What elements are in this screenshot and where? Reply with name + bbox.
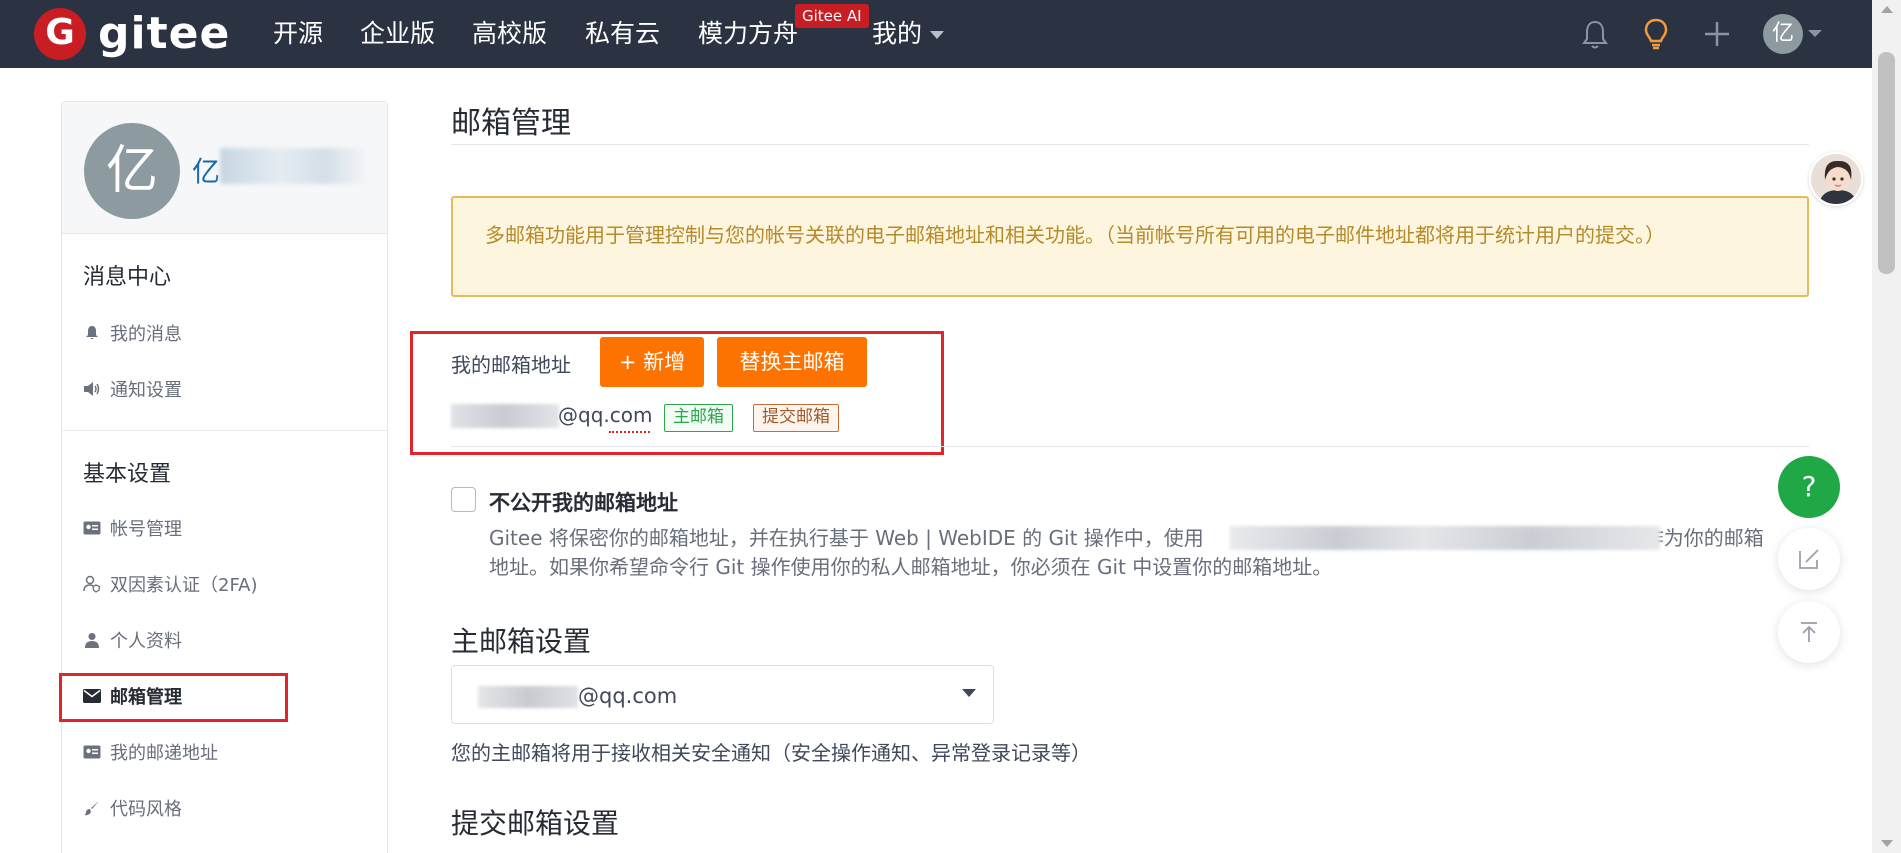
- sidebar-item-label: 个人资料: [110, 631, 182, 652]
- section-title-messages: 消息中心: [83, 265, 172, 290]
- nav-mine[interactable]: 我的: [872, 18, 945, 50]
- section-title-basic: 基本设置: [83, 462, 172, 487]
- email-address: @qq.com: [558, 403, 653, 427]
- sidebar-item-label: 帐号管理: [110, 519, 182, 540]
- nav-enterprise[interactable]: 企业版: [360, 18, 435, 50]
- desc-line2: 地址。如果你希望命令行 Git 操作使用你的私人邮箱地址，你必须在 Git 中设…: [489, 555, 1333, 579]
- user-icon: [82, 630, 102, 650]
- sidebar-item-label: 我的消息: [110, 324, 182, 345]
- hide-email-label[interactable]: 不公开我的邮箱地址: [489, 487, 678, 517]
- replace-primary-email-button[interactable]: 替换主邮箱: [717, 337, 867, 387]
- sidebar-item-notification-settings[interactable]: 通知设置: [82, 376, 182, 402]
- sidebar-item-my-messages[interactable]: 我的消息: [82, 320, 182, 346]
- scroll-up-icon[interactable]: [1881, 6, 1893, 13]
- sidebar-item-profile[interactable]: 个人资料: [82, 627, 182, 653]
- settings-sidebar: 亿 亿 消息中心 我的消息 通知设置 基本设置 帐号管理 双因素认证（2FA) …: [61, 101, 388, 853]
- plus-icon[interactable]: [1697, 14, 1737, 54]
- id-card-icon: [82, 518, 102, 538]
- profile-avatar[interactable]: 亿: [84, 123, 180, 219]
- profile-card: 亿 亿: [62, 102, 387, 234]
- chevron-down-icon: [930, 31, 945, 39]
- my-email-label: 我的邮箱地址: [451, 353, 571, 377]
- desc-part1: Gitee 将保密你的邮箱地址，并在执行基于 Web | WebIDE 的 Gi…: [489, 526, 1204, 550]
- lightbulb-icon[interactable]: [1636, 14, 1676, 54]
- highlight-email-nav: [59, 673, 288, 722]
- sidebar-item-label: 代码风格: [110, 799, 182, 820]
- address-card-icon: [82, 742, 102, 762]
- sidebar-divider: [62, 430, 387, 431]
- scroll-down-icon[interactable]: [1881, 840, 1893, 847]
- avatar-chevron-down-icon[interactable]: [1808, 30, 1822, 37]
- scrollbar-thumb[interactable]: [1878, 52, 1895, 274]
- chevron-down-icon[interactable]: [962, 689, 976, 697]
- nav-private-cloud[interactable]: 私有云: [585, 18, 660, 50]
- commit-email-heading: 提交邮箱设置: [451, 807, 620, 840]
- nav-moli[interactable]: 模力方舟: [698, 18, 798, 50]
- commit-email-tag: 提交邮箱: [753, 404, 839, 432]
- arrow-up-icon: [1801, 622, 1817, 642]
- speaker-icon: [82, 379, 102, 399]
- info-notice: 多邮箱功能用于管理控制与您的帐号关联的电子邮箱地址和相关功能。（当前帐号所有可用…: [451, 196, 1809, 297]
- feedback-button[interactable]: [1778, 528, 1840, 590]
- help-button[interactable]: ?: [1778, 456, 1840, 518]
- sidebar-item-code-style[interactable]: 代码风格: [82, 795, 182, 821]
- primary-email-select-value: @qq.com: [578, 684, 678, 708]
- title-divider: [451, 144, 1809, 145]
- desc-part2: 作为你的邮箱: [1643, 526, 1764, 550]
- bell-icon[interactable]: [1575, 14, 1615, 54]
- edit-icon: [1799, 549, 1819, 569]
- sidebar-item-2fa[interactable]: 双因素认证（2FA): [82, 571, 258, 597]
- sidebar-item-mailing-address[interactable]: 我的邮递地址: [82, 739, 218, 765]
- sidebar-item-account[interactable]: 帐号管理: [82, 515, 182, 541]
- sidebar-item-label: 双因素认证（2FA): [110, 575, 258, 596]
- nav-education[interactable]: 高校版: [472, 18, 547, 50]
- logo-text: gitee: [98, 8, 231, 59]
- top-navbar: G gitee 开源 企业版 高校版 私有云 模力方舟 Gitee AI 我的 …: [0, 0, 1872, 68]
- primary-email-heading: 主邮箱设置: [451, 625, 592, 658]
- user-avatar[interactable]: 亿: [1763, 14, 1803, 54]
- hide-email-checkbox[interactable]: [451, 487, 476, 512]
- primary-email-hint: 您的主邮箱将用于接收相关安全通知（安全操作通知、异常登录记录等）: [451, 741, 1091, 765]
- user-shield-icon: [82, 574, 102, 594]
- bell-icon: [82, 323, 102, 343]
- assistant-avatar-icon[interactable]: [1809, 152, 1863, 206]
- sidebar-item-label: 通知设置: [110, 380, 182, 401]
- spellcheck-underline: [609, 429, 650, 433]
- nav-open-source[interactable]: 开源: [273, 18, 323, 50]
- select-email-blurred: [478, 686, 578, 708]
- profile-name[interactable]: 亿: [192, 150, 220, 190]
- email-local-part-blurred: [451, 404, 559, 428]
- noreply-email-blurred: [1230, 526, 1660, 550]
- primary-email-tag: 主邮箱: [664, 404, 733, 432]
- brush-icon: [82, 798, 102, 818]
- back-to-top-button[interactable]: [1778, 601, 1840, 663]
- gitee-logo-icon: G: [34, 8, 86, 60]
- sidebar-item-label: 我的邮递地址: [110, 743, 218, 764]
- gitee-ai-badge[interactable]: Gitee AI: [795, 4, 869, 28]
- page-title: 邮箱管理: [451, 106, 571, 141]
- section-divider: [451, 446, 1809, 447]
- gitee-logo[interactable]: G gitee: [34, 8, 230, 60]
- nav-mine-label: 我的: [872, 19, 923, 48]
- profile-name-blurred: [220, 148, 370, 184]
- add-email-button[interactable]: + 新增: [600, 337, 704, 387]
